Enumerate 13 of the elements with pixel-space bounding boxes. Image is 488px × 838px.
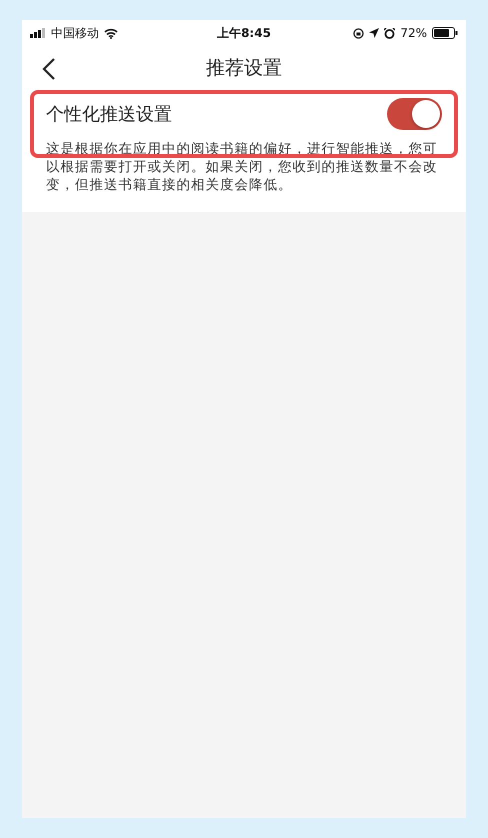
toggle-switch[interactable] xyxy=(387,98,442,130)
signal-icon xyxy=(30,28,46,38)
battery-icon xyxy=(432,27,458,39)
page-title: 推荐设置 xyxy=(206,56,282,81)
rotation-lock-icon xyxy=(353,28,364,38)
wifi-icon xyxy=(104,28,118,38)
carrier-name: 中国移动 xyxy=(51,24,99,42)
setting-label: 个性化推送设置 xyxy=(46,103,172,126)
location-icon xyxy=(369,28,380,38)
back-icon[interactable] xyxy=(42,58,56,80)
status-time: 上午8:45 xyxy=(217,24,271,42)
battery-percent: 72% xyxy=(400,26,428,40)
alarm-icon xyxy=(384,28,396,38)
